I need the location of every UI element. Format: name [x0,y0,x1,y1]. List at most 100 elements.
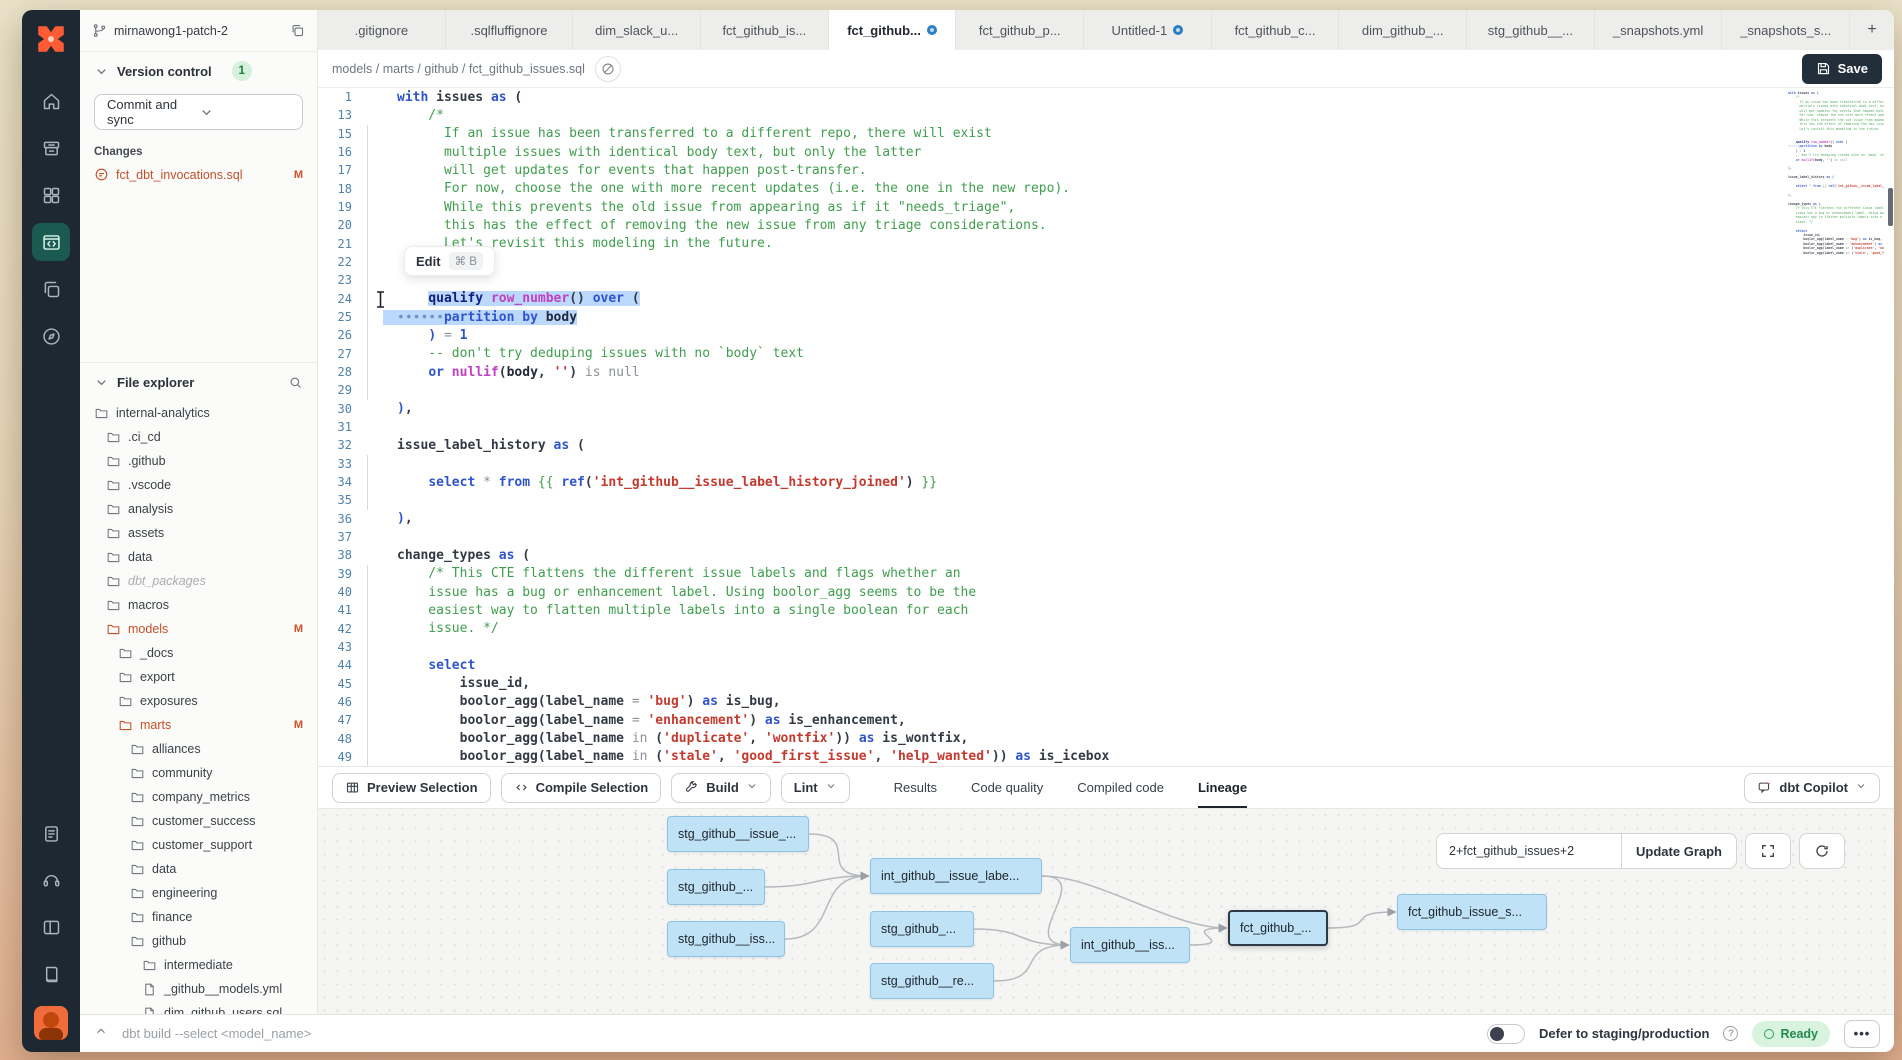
dbt-logo-icon[interactable] [34,22,68,56]
changed-file-item[interactable]: fct_dbt_invocations.sql M [80,164,317,185]
code-text: /* [356,108,444,123]
tab-fct_github-[interactable]: fct_github... [829,10,957,50]
lineage-node-stg_github__re-[interactable]: stg_github__re... [870,963,994,999]
code-editor[interactable]: 1with issues as (13 /*15 If an issue has… [318,88,1894,766]
folder-item-engineering[interactable]: engineering [80,881,317,905]
folder-item-alliances[interactable]: alliances [80,737,317,761]
folder-item-models[interactable]: modelsM [80,617,317,641]
lineage-node-stg_github__issue_-[interactable]: stg_github__issue_... [667,816,809,852]
scrollbar-thumb[interactable] [1888,188,1893,226]
command-bar: dbt build --select <model_name> Defer to… [80,1014,1894,1052]
tab-fct_github_c-[interactable]: fct_github_c... [1212,10,1340,50]
search-icon[interactable] [288,375,303,390]
help-icon[interactable]: ? [1723,1026,1738,1041]
folder-item-exposures[interactable]: exposures [80,689,317,713]
folder-item-marts[interactable]: martsM [80,713,317,737]
build-button[interactable]: Build [671,773,771,803]
file-item-dim_github_users.sql[interactable]: dim_github_users.sql [80,1001,317,1014]
result-tab-results[interactable]: Results [894,767,937,808]
file-state-icon[interactable] [595,56,621,82]
result-tab-compiled-code[interactable]: Compiled code [1077,767,1164,808]
rail-panels-icon[interactable] [32,908,70,946]
file-item-_github__models.yml[interactable]: _github__models.yml [80,977,317,1001]
copy-branch-icon[interactable] [290,23,305,38]
folder-item-.vscode[interactable]: .vscode [80,473,317,497]
commit-and-sync-dropdown[interactable]: Commit and sync [94,94,303,130]
sidebar: mirnawong1-patch-2 Version control 1 Com… [80,10,318,1014]
folder-item-github[interactable]: github [80,929,317,953]
more-menu-button[interactable]: ••• [1844,1020,1880,1048]
lineage-node-int_github__iss-[interactable]: int_github__iss... [1070,927,1190,963]
folder-item-.github[interactable]: .github [80,449,317,473]
new-tab-button[interactable]: + [1850,10,1894,50]
folder-item-dbt_packages[interactable]: dbt_packages [80,569,317,593]
dbt-copilot-button[interactable]: dbt Copilot [1744,773,1880,803]
update-graph-button[interactable]: Update Graph [1622,833,1737,869]
lineage-node-stg_github__iss-[interactable]: stg_github__iss... [667,921,785,957]
folder-item-macros[interactable]: macros [80,593,317,617]
folder-item-customer_support[interactable]: customer_support [80,833,317,857]
code-line-15: 15 If an issue has been transferred to a… [318,125,1894,143]
tab--sqlfluffignore[interactable]: .sqlfluffignore [446,10,574,50]
line-number: 42 [318,622,356,636]
command-input[interactable]: dbt build --select <model_name> [122,1026,1473,1041]
line-number: 24 [318,292,356,306]
rail-warehouse-icon[interactable] [32,129,70,167]
folder-item-data[interactable]: data [80,857,317,881]
result-tab-lineage[interactable]: Lineage [1198,767,1247,808]
folder-item-export[interactable]: export [80,665,317,689]
rail-home-icon[interactable] [32,82,70,120]
folder-item-company_metrics[interactable]: company_metrics [80,785,317,809]
rail-notes-icon[interactable] [32,814,70,852]
edit-popup[interactable]: Edit ⌘ B [404,246,495,276]
defer-toggle[interactable] [1487,1024,1525,1044]
rail-explore-compass-icon[interactable] [32,317,70,355]
tab-fct_github_p-[interactable]: fct_github_p... [956,10,1084,50]
compile-selection-button[interactable]: Compile Selection [501,773,662,803]
tab-dim_github_-[interactable]: dim_github_... [1339,10,1467,50]
folder-item-customer_success[interactable]: customer_success [80,809,317,833]
rail-docs-book-icon[interactable] [32,955,70,993]
lineage-node-fct_github_issue_s-[interactable]: fct_github_issue_s... [1397,894,1547,930]
fullscreen-button[interactable] [1745,833,1791,869]
save-button[interactable]: Save [1802,54,1882,84]
folder-item-assets[interactable]: assets [80,521,317,545]
tab-stg_github__-[interactable]: stg_github__... [1467,10,1595,50]
folder-item-analysis[interactable]: analysis [80,497,317,521]
lineage-node-int_github__issue_labe-[interactable]: int_github__issue_labe... [870,858,1042,894]
folder-item-.ci_cd[interactable]: .ci_cd [80,425,317,449]
version-control-header[interactable]: Version control 1 [80,52,317,90]
lineage-node-stg_github_-[interactable]: stg_github_... [870,911,974,947]
tab-dim_slack_u-[interactable]: dim_slack_u... [573,10,701,50]
lint-button[interactable]: Lint [781,773,850,803]
folder-item-data[interactable]: data [80,545,317,569]
file-explorer-header[interactable]: File explorer [80,363,317,401]
minimap[interactable]: with issues as ( /* If an issue has been… [1788,91,1884,255]
line-number: 15 [318,127,356,141]
modified-file-icon [94,167,109,182]
code-text: with issues as ( [356,90,522,105]
tab--gitignore[interactable]: .gitignore [318,10,446,50]
rail-duplicate-icon[interactable] [32,270,70,308]
refresh-button[interactable] [1799,833,1845,869]
rail-support-headset-icon[interactable] [32,861,70,899]
tab-Untitled-1[interactable]: Untitled-1 [1084,10,1212,50]
folder-item-internal-analytics[interactable]: internal-analytics [80,401,317,425]
folder-item-intermediate[interactable]: intermediate [80,953,317,977]
lineage-node-stg_github_-[interactable]: stg_github_... [667,869,765,905]
tab-fct_github_is-[interactable]: fct_github_is... [701,10,829,50]
tab-_snapshots_s-[interactable]: _snapshots_s... [1722,10,1850,50]
lineage-node-fct_github_-[interactable]: fct_github_... [1228,910,1328,946]
rail-ide-icon[interactable] [32,223,70,261]
preview-selection-button[interactable]: Preview Selection [332,773,491,803]
rail-apps-grid-icon[interactable] [32,176,70,214]
folder-item-community[interactable]: community [80,761,317,785]
user-avatar[interactable] [34,1006,68,1040]
lineage-selector-input[interactable]: 2+fct_github_issues+2 [1436,833,1622,869]
folder-icon [106,574,121,589]
result-tab-code-quality[interactable]: Code quality [971,767,1043,808]
folder-item-_docs[interactable]: _docs [80,641,317,665]
chevron-up-icon[interactable] [94,1024,108,1043]
folder-item-finance[interactable]: finance [80,905,317,929]
tab-_snapshots-yml[interactable]: _snapshots.yml [1595,10,1723,50]
